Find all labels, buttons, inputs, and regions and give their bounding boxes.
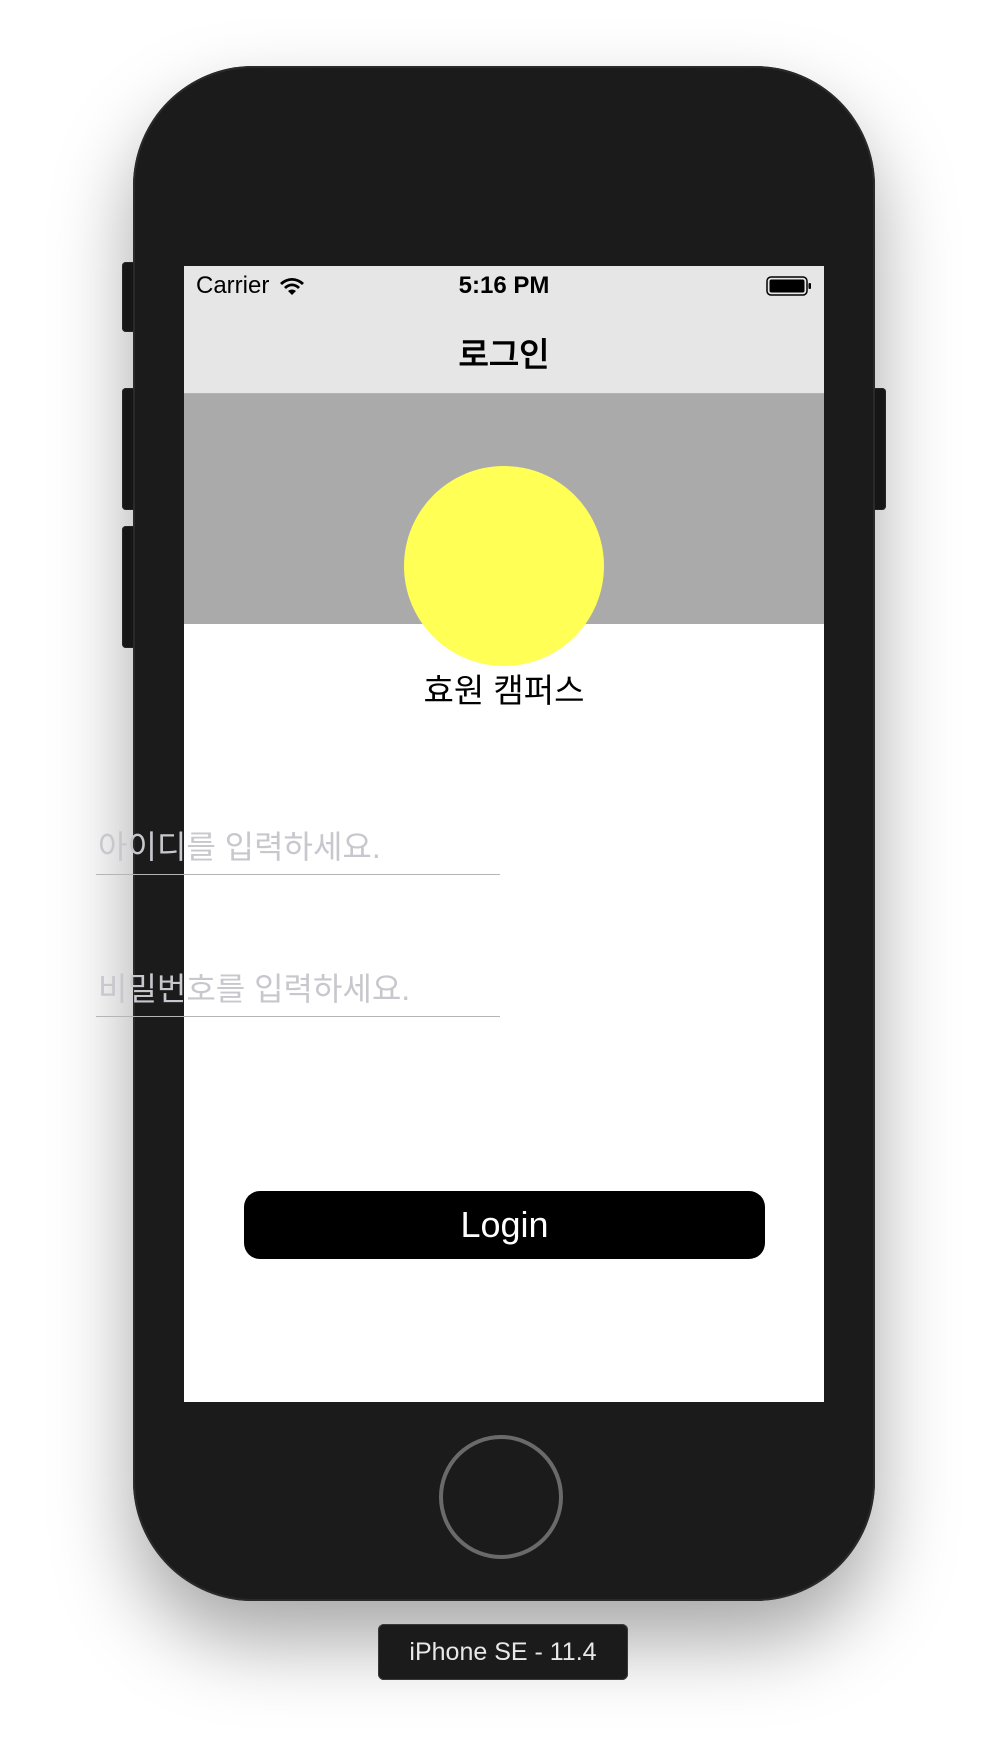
password-input[interactable] xyxy=(98,971,498,1008)
simulator-window: Carrier 5:16 PM 로그인 효원 캠퍼스 L xyxy=(0,0,1008,1764)
id-field[interactable] xyxy=(96,804,500,875)
logo-circle xyxy=(404,466,604,666)
battery-full-icon xyxy=(766,276,811,296)
id-input[interactable] xyxy=(98,829,498,866)
status-time: 5:16 PM xyxy=(458,272,550,299)
navigation-bar: 로그인 xyxy=(184,306,824,394)
home-button[interactable] xyxy=(439,1435,563,1559)
campus-label: 효원 캠퍼스 xyxy=(423,672,585,709)
device-label: iPhone SE - 11.4 xyxy=(378,1624,628,1680)
login-button[interactable]: Login xyxy=(244,1191,765,1259)
password-field[interactable] xyxy=(96,946,500,1017)
status-bar: Carrier 5:16 PM xyxy=(184,266,824,306)
nav-title: 로그인 xyxy=(458,336,550,373)
